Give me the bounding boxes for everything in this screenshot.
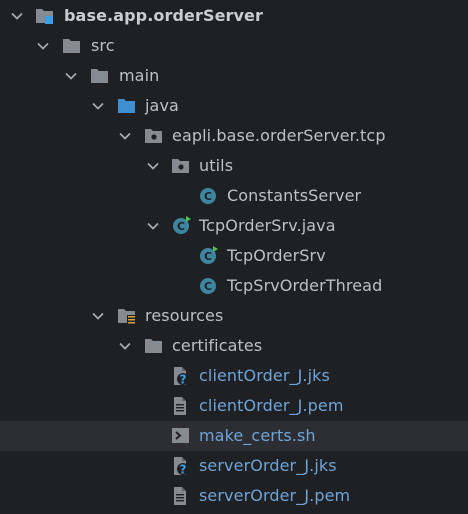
chevron-down-icon[interactable] [117,338,133,354]
svg-text:C: C [177,220,185,233]
folder-label: resources [145,306,224,325]
package-icon [171,157,191,175]
unknown-file-icon: ? [172,457,192,477]
project-tree: base.app.orderServer src main java eapli… [0,1,468,511]
class-icon: C [199,277,219,295]
file-label: clientOrder_J.pem [199,396,344,415]
tree-node-certificates[interactable]: certificates [0,331,468,361]
file-label: serverOrder_J.pem [199,486,351,505]
file-label: serverOrder_J.jks [199,456,337,475]
tree-node-class-tcp-srv-order-thread[interactable]: C TcpSrvOrderThread [0,271,468,301]
runnable-class-icon: C [172,216,192,235]
file-label: TcpOrderSrv.java [199,216,336,235]
class-label: TcpSrvOrderThread [227,276,383,295]
tree-node-file[interactable]: clientOrder_J.pem [0,391,468,421]
tree-node-file[interactable]: serverOrder_J.pem [0,481,468,511]
tree-node-file-selected[interactable]: make_certs.sh [0,421,468,451]
folder-label: certificates [172,336,263,355]
svg-text:?: ? [180,463,187,477]
tree-node-file[interactable]: ? clientOrder_J.jks [0,361,468,391]
shell-script-icon [172,427,192,445]
folder-icon [90,67,110,85]
package-icon [144,127,164,145]
tree-node-module-root[interactable]: base.app.orderServer [0,1,468,31]
folder-label: main [119,66,160,85]
text-file-icon [172,397,192,415]
folder-label: java [145,96,179,115]
chevron-down-icon[interactable] [9,8,25,24]
package-label: eapli.base.orderServer.tcp [172,126,386,145]
file-label: make_certs.sh [199,426,316,445]
chevron-down-icon[interactable] [117,128,133,144]
tree-node-class-constants-server[interactable]: C ConstantsServer [0,181,468,211]
source-folder-icon [117,97,137,115]
svg-text:C: C [204,190,212,203]
folder-label: src [91,36,115,55]
module-icon [35,7,55,25]
class-label: ConstantsServer [227,186,362,205]
chevron-down-icon[interactable] [145,218,161,234]
chevron-down-icon[interactable] [145,158,161,174]
chevron-down-icon[interactable] [63,68,79,84]
tree-node-file[interactable]: ? serverOrder_J.jks [0,451,468,481]
chevron-down-icon[interactable] [90,98,106,114]
module-label: base.app.orderServer [64,6,263,25]
tree-node-class-tcp-order-srv[interactable]: C TcpOrderSrv [0,241,468,271]
tree-node-main[interactable]: main [0,61,468,91]
chevron-down-icon[interactable] [90,308,106,324]
tree-node-resources[interactable]: resources [0,301,468,331]
folder-icon [62,37,82,55]
text-file-icon [172,487,192,505]
svg-text:C: C [204,250,212,263]
package-label: utils [199,156,234,175]
tree-node-utils[interactable]: utils [0,151,468,181]
svg-text:?: ? [180,373,187,387]
tree-node-java-file[interactable]: C TcpOrderSrv.java [0,211,468,241]
tree-node-java[interactable]: java [0,91,468,121]
resources-folder-icon [117,307,137,325]
class-icon: C [199,187,219,205]
folder-icon [144,337,164,355]
tree-node-src[interactable]: src [0,31,468,61]
tree-node-package[interactable]: eapli.base.orderServer.tcp [0,121,468,151]
runnable-class-icon: C [199,246,219,265]
class-label: TcpOrderSrv [227,246,326,265]
file-label: clientOrder_J.jks [199,366,330,385]
unknown-file-icon: ? [172,367,192,387]
svg-text:C: C [204,280,212,293]
chevron-down-icon[interactable] [35,38,51,54]
